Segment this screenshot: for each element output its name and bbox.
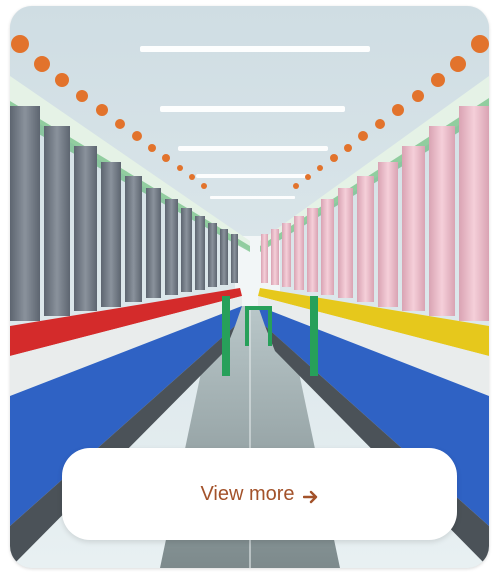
view-more-button[interactable]: View more	[62, 448, 457, 540]
factory-image-card: View more	[10, 6, 489, 568]
arrow-right-icon	[302, 487, 319, 504]
view-more-label: View more	[200, 482, 295, 505]
